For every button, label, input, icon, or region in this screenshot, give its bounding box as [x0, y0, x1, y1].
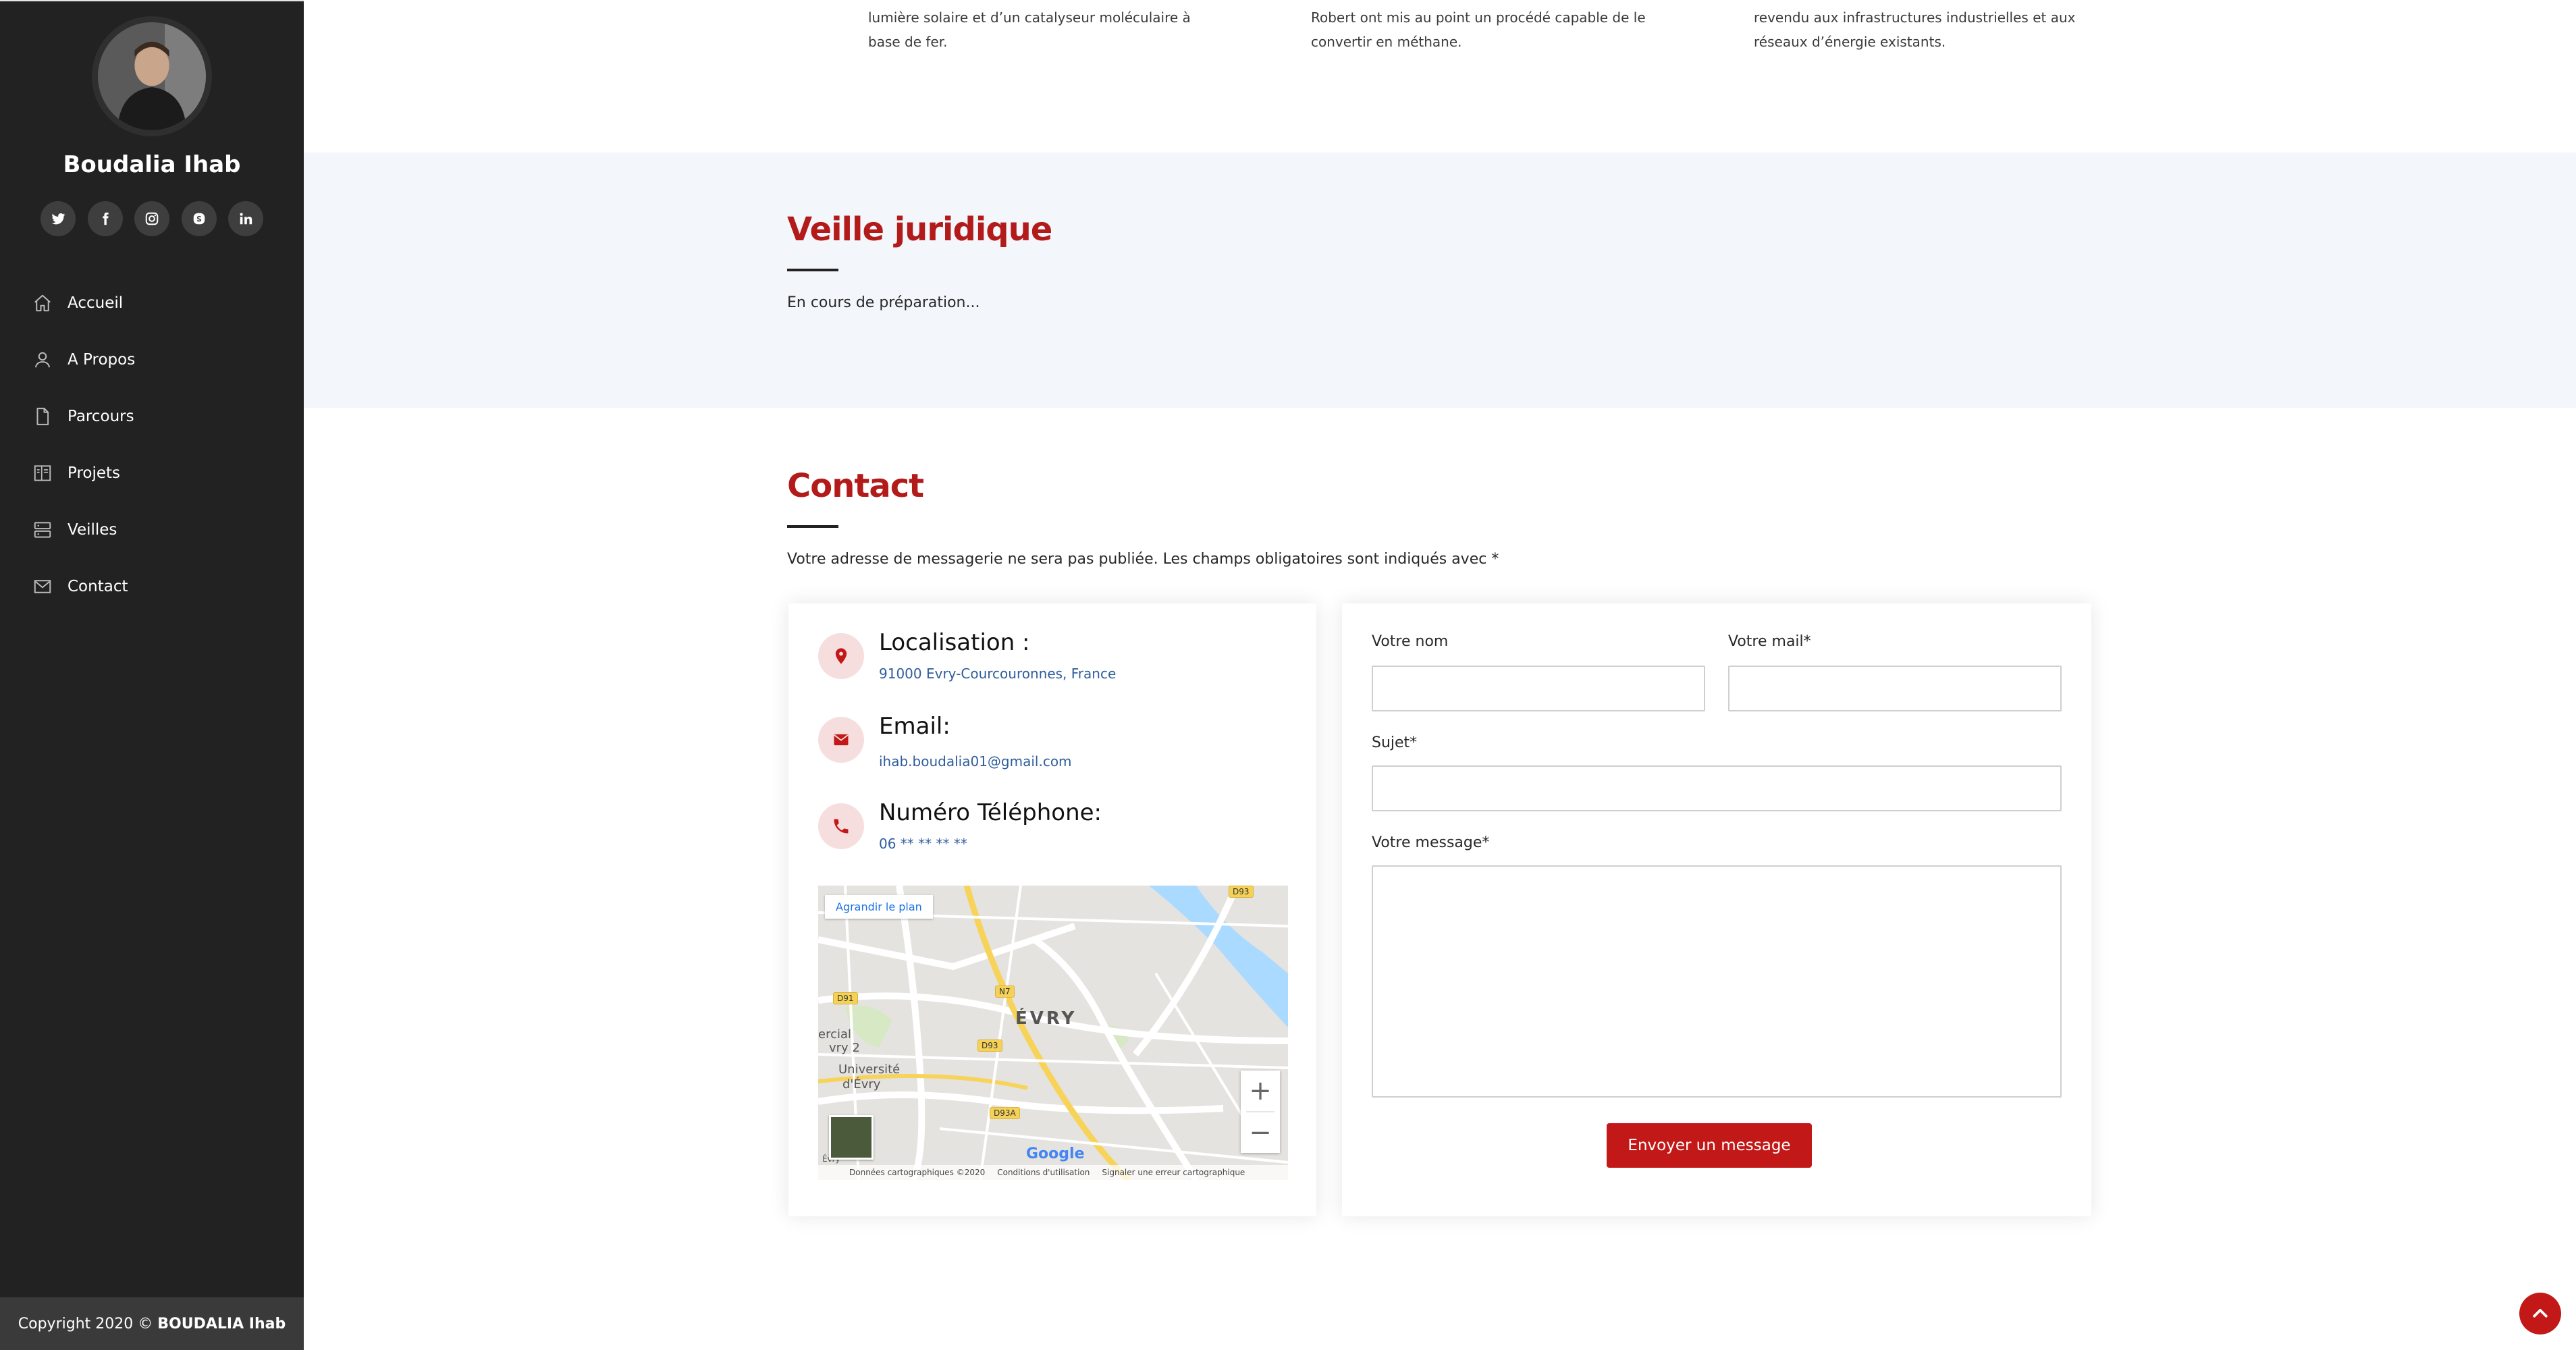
home-icon — [31, 292, 54, 315]
road-badge: D93A — [990, 1107, 1020, 1119]
subject-input[interactable] — [1372, 765, 2062, 811]
sidebar-item-label: Accueil — [68, 294, 124, 312]
subject-label: Sujet* — [1372, 734, 1418, 751]
profile-photo — [98, 22, 206, 130]
road-badge: D93 — [977, 1040, 1002, 1052]
chevron-up-icon — [2533, 1309, 2548, 1318]
map-zoom-controls: + − — [1241, 1071, 1280, 1153]
location-value: 91000 Evry-Courcouronnes, France — [879, 666, 1117, 682]
veille-title-underline — [787, 269, 838, 271]
map-footer: Données cartographiques ©2020 Conditions… — [818, 1165, 1288, 1180]
satellite-toggle[interactable] — [829, 1115, 874, 1160]
phone-icon — [818, 803, 864, 849]
veille-section — [304, 153, 2576, 408]
phone-title: Numéro Téléphone: — [879, 799, 1102, 826]
road-badge: N7 — [995, 986, 1015, 998]
contact-title: Contact — [787, 467, 924, 505]
name-label: Votre nom — [1372, 633, 1449, 650]
sidebar-item-parcours[interactable]: Parcours — [31, 388, 135, 445]
sidebar-item-label: Veilles — [68, 521, 117, 539]
project-text-1: lumière solaire et d’un catalyseur moléc… — [868, 9, 1191, 50]
sidebar-item-label: Projets — [68, 464, 121, 482]
map-label: vry 2 — [829, 1041, 860, 1055]
map-terms-link[interactable]: Conditions d'utilisation — [997, 1168, 1090, 1177]
scroll-top-button[interactable] — [2519, 1293, 2561, 1334]
contact-intro: Votre adresse de messagerie ne sera pas … — [787, 551, 1499, 568]
send-message-button[interactable]: Envoyer un message — [1607, 1123, 1812, 1168]
sidebar-item-accueil[interactable]: Accueil — [31, 275, 135, 331]
user-icon — [31, 348, 54, 371]
veille-text: En cours de préparation... — [787, 294, 980, 311]
project-text-3: revendu aux infrastructures industrielle… — [1754, 9, 2076, 50]
map-label: d'Évry — [842, 1077, 881, 1091]
sidebar-item-veilles[interactable]: Veilles — [31, 502, 135, 558]
avatar — [92, 16, 212, 136]
map-roads — [818, 886, 1288, 1180]
map-data-credit: Données cartographiques ©2020 — [849, 1168, 986, 1177]
map-label: Université — [838, 1062, 901, 1077]
map-report-link[interactable]: Signaler une erreur cartographique — [1102, 1168, 1245, 1177]
name-input[interactable] — [1372, 666, 1705, 711]
map-city-label: ÉVRY — [1015, 1008, 1077, 1029]
sidebar-item-label: Parcours — [68, 408, 134, 425]
email-field[interactable] — [1728, 666, 2062, 711]
google-logo: Google — [1026, 1145, 1085, 1162]
facebook-icon[interactable] — [87, 201, 123, 236]
contact-form-card: Votre nom Votre mail* Sujet* Votre messa… — [1342, 603, 2091, 1216]
email-title: Email: — [879, 713, 950, 740]
sidebar-item-label: Contact — [68, 578, 128, 595]
copyright-owner: BOUDALIA Ihab — [157, 1315, 286, 1332]
contact-title-underline — [787, 525, 838, 528]
file-icon — [31, 405, 54, 428]
linkedin-icon[interactable] — [228, 201, 263, 236]
instagram-icon[interactable] — [134, 201, 169, 236]
social-links — [41, 201, 263, 236]
message-textarea[interactable] — [1372, 865, 2062, 1098]
sidebar-item-contact[interactable]: Contact — [31, 558, 135, 615]
phone-value: 06 ** ** ** ** — [879, 836, 967, 852]
email-value[interactable]: ihab.boudalia01@gmail.com — [879, 753, 1072, 770]
map-pin-icon — [818, 633, 864, 679]
twitter-icon[interactable] — [41, 201, 76, 236]
message-label: Votre message* — [1372, 834, 1490, 851]
mail-label: Votre mail* — [1728, 633, 1811, 650]
veille-title: Veille juridique — [787, 211, 1052, 248]
zoom-in-button[interactable]: + — [1241, 1071, 1280, 1111]
sidebar-item-a-propos[interactable]: A Propos — [31, 331, 135, 388]
google-map[interactable]: Agrandir le plan ÉVRY ercial vry 2 Unive… — [818, 886, 1288, 1180]
sidebar-item-projets[interactable]: Projets — [31, 445, 135, 502]
location-title: Localisation : — [879, 629, 1030, 656]
map-label: ercial — [818, 1027, 852, 1042]
book-icon — [31, 462, 54, 485]
contact-info-card: Localisation : 91000 Evry-Courcouronnes,… — [788, 603, 1316, 1216]
server-icon — [31, 518, 54, 541]
skype-icon[interactable] — [181, 201, 217, 236]
road-badge: D91 — [833, 992, 858, 1004]
zoom-out-button[interactable]: − — [1241, 1112, 1280, 1153]
sidebar-item-label: A Propos — [68, 351, 136, 369]
map-enlarge-link[interactable]: Agrandir le plan — [825, 895, 933, 919]
road-badge: D93 — [1229, 886, 1254, 898]
copyright-prefix: Copyright 2020 © — [18, 1315, 153, 1332]
sidebar: Boudalia Ihab Accueil A Propos Parcours … — [0, 0, 304, 1350]
sidebar-nav: Accueil A Propos Parcours Projets Veille… — [31, 275, 135, 615]
project-text-2: Robert ont mis au point un procédé capab… — [1311, 9, 1646, 50]
copyright: Copyright 2020 © BOUDALIA Ihab — [0, 1297, 304, 1350]
envelope-icon — [818, 717, 864, 763]
profile-name: Boudalia Ihab — [63, 151, 241, 178]
envelope-icon — [31, 575, 54, 598]
